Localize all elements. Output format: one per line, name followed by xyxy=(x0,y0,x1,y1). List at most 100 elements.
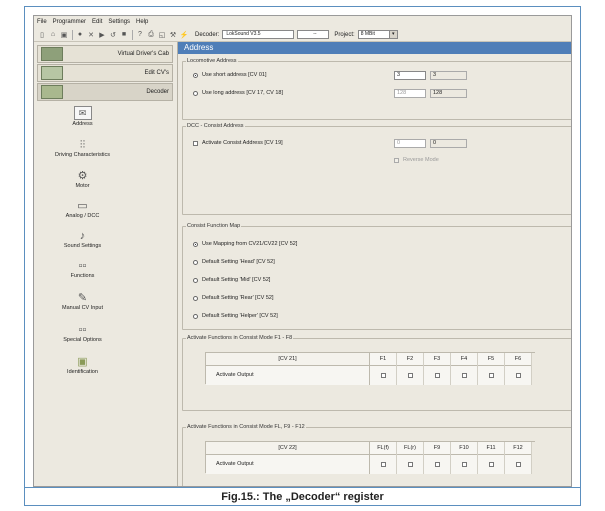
figure-frame: File Programmer Edit Settings Help ▯ ⌂ ▣… xyxy=(24,6,581,506)
long-address-input[interactable]: 128 xyxy=(394,89,426,98)
function-checkbox[interactable] xyxy=(434,373,440,378)
function-map-radio[interactable] xyxy=(193,241,198,247)
menu-help[interactable]: Help xyxy=(136,19,148,25)
cv-header: [CV 21] xyxy=(206,353,370,366)
function-column: F11 xyxy=(478,442,505,474)
app-window: File Programmer Edit Settings Help ▯ ⌂ ▣… xyxy=(33,15,572,487)
play-icon[interactable]: ▶ xyxy=(97,30,107,40)
function-checkbox[interactable] xyxy=(434,462,440,467)
sidebar-button-label: Edit CV's xyxy=(144,70,170,76)
sidebar-item-functions[interactable]: ▫▫ Functions xyxy=(34,260,131,279)
record-icon[interactable]: ● xyxy=(75,30,85,40)
function-checkbox[interactable] xyxy=(380,373,386,378)
function-map-radio[interactable] xyxy=(193,295,198,301)
sidebar-button-label: Virtual Driver's Cab xyxy=(117,51,169,57)
short-address-input[interactable]: 3 xyxy=(394,71,426,80)
chevron-down-icon[interactable]: ▾ xyxy=(388,31,397,38)
menu-edit[interactable]: Edit xyxy=(92,19,102,25)
function-checkbox[interactable] xyxy=(515,373,521,378)
column-header: F3 xyxy=(424,353,450,366)
function-checkbox[interactable] xyxy=(488,373,494,378)
activate-consist-checkbox[interactable] xyxy=(193,140,198,146)
sidebar-button-edit-cvs[interactable]: Edit CV's xyxy=(37,64,173,82)
function-map-option[interactable]: Use Mapping from CV21/CV22 [CV 52] xyxy=(193,241,297,247)
open-icon[interactable]: ⌂ xyxy=(48,30,58,40)
function-checkbox[interactable] xyxy=(407,373,413,378)
project-label: Project: xyxy=(334,31,355,38)
project-select[interactable]: 8 MBit ▾ xyxy=(357,30,398,39)
sidebar-item-label: Driving Characteristics xyxy=(54,152,110,158)
sidebar-button-drivers-cab[interactable]: Virtual Driver's Cab xyxy=(37,45,173,63)
activate-consist-label: Activate Consist Address [CV 19] xyxy=(202,140,283,146)
function-map-radio[interactable] xyxy=(193,313,198,319)
sidebar-button-decoder[interactable]: Decoder xyxy=(37,83,173,101)
function-map-option[interactable]: Default Setting 'Mid' [CV 52] xyxy=(193,277,270,283)
envelope-icon: ✉ xyxy=(73,106,92,120)
sidebar-item-driving-characteristics[interactable]: ⫶⫶ Driving Characteristics xyxy=(34,139,131,158)
column-header: F10 xyxy=(451,442,477,455)
activate-consist-option[interactable]: Activate Consist Address [CV 19] xyxy=(193,140,283,146)
figure-caption: Fig.15.: The „Decoder“ register xyxy=(25,487,580,506)
toolbar: ▯ ⌂ ▣ ● ✕ ▶ ↺ ■ ? ⎙ ◱ ⚒ ⚡ Decoder: LokSo… xyxy=(34,28,571,42)
function-map-label: Default Setting 'Rear' [CV 52] xyxy=(202,295,274,301)
grid-icon xyxy=(41,66,63,80)
function-checkbox[interactable] xyxy=(407,462,413,467)
sidebar-item-motor[interactable]: ⚙ Motor xyxy=(34,170,131,189)
reverse-mode-checkbox[interactable] xyxy=(394,157,399,163)
function-map-option[interactable]: Default Setting 'Helper' [CV 52] xyxy=(193,313,278,319)
function-map-radio[interactable] xyxy=(193,277,198,283)
save-icon[interactable]: ▣ xyxy=(59,30,69,40)
preview-icon[interactable]: ◱ xyxy=(157,30,167,40)
cv-header: [CV 22] xyxy=(206,442,370,455)
reverse-mode-option[interactable]: Reverse Mode xyxy=(394,157,439,163)
function-map-radio[interactable] xyxy=(193,259,198,265)
sidebar-item-address[interactable]: ✉ Address xyxy=(34,106,131,127)
decoder-extra-field[interactable]: -- xyxy=(297,30,330,39)
consist-address-readout: 0 xyxy=(430,139,467,148)
undo-icon[interactable]: ↺ xyxy=(108,30,118,40)
column-header: F5 xyxy=(478,353,504,366)
column-header: F1 xyxy=(370,353,396,366)
decoder-label: Decoder: xyxy=(195,31,220,38)
short-address-option[interactable]: Use short address [CV 01] xyxy=(193,72,267,78)
short-address-radio[interactable] xyxy=(193,72,198,78)
long-address-radio[interactable] xyxy=(193,90,198,96)
row-label: Activate Output xyxy=(206,366,370,385)
consist-address-input[interactable]: 0 xyxy=(394,139,426,148)
sidebar-button-label: Decoder xyxy=(146,89,169,95)
project-value: 8 MBit xyxy=(360,31,375,37)
long-address-option[interactable]: Use long address [CV 17, CV 18] xyxy=(193,90,283,96)
function-checkbox[interactable] xyxy=(461,462,467,467)
function-map-option[interactable]: Default Setting 'Rear' [CV 52] xyxy=(193,295,274,301)
function-map-option[interactable]: Default Setting 'Head' [CV 52] xyxy=(193,259,275,265)
column-header: F11 xyxy=(478,442,504,455)
sidebar-item-label: Special Options xyxy=(63,337,102,343)
sidebar-item-manual-cv-input[interactable]: ✎ Manual CV Input xyxy=(34,292,131,311)
function-checkbox[interactable] xyxy=(380,462,386,467)
consist-fl-f12-group: Activate Functions in Consist Mode FL, F… xyxy=(182,424,571,486)
function-checkbox[interactable] xyxy=(515,462,521,467)
new-icon[interactable]: ▯ xyxy=(37,30,47,40)
print-icon[interactable]: ⎙ xyxy=(146,30,156,40)
function-checkbox[interactable] xyxy=(488,462,494,467)
function-checkbox[interactable] xyxy=(461,373,467,378)
sidebar-item-sound-settings[interactable]: ♪ Sound Settings xyxy=(34,230,131,249)
decoder-field[interactable]: LokSound V3.5 xyxy=(222,30,295,39)
sidebar-item-identification[interactable]: ▣ Identification xyxy=(34,356,131,375)
stop-icon[interactable]: ■ xyxy=(119,30,129,40)
column-header: F4 xyxy=(451,353,477,366)
delete-icon[interactable]: ✕ xyxy=(86,30,96,40)
address-panel: Locomotive Address Use short address [CV… xyxy=(178,54,571,486)
sidebar-item-analog-dcc[interactable]: ▭ Analog / DCC xyxy=(34,200,131,219)
sidebar-item-special-options[interactable]: ▫▫ Special Options xyxy=(34,324,131,343)
connect-icon[interactable]: ⚡ xyxy=(179,30,189,40)
help-icon[interactable]: ? xyxy=(135,30,145,40)
menu-settings[interactable]: Settings xyxy=(108,19,130,25)
menu-programmer[interactable]: Programmer xyxy=(53,19,86,25)
column-header: FL(r) xyxy=(397,442,423,455)
sidebar: Virtual Driver's Cab Edit CV's Decoder ✉… xyxy=(34,42,178,486)
tools-icon[interactable]: ⚒ xyxy=(168,30,178,40)
menu-file[interactable]: File xyxy=(37,19,47,25)
chip-icon: ▣ xyxy=(77,356,88,368)
consist-fl-f12-table: [CV 22] Activate Output FL(f) FL(r) F9 F… xyxy=(205,441,535,474)
